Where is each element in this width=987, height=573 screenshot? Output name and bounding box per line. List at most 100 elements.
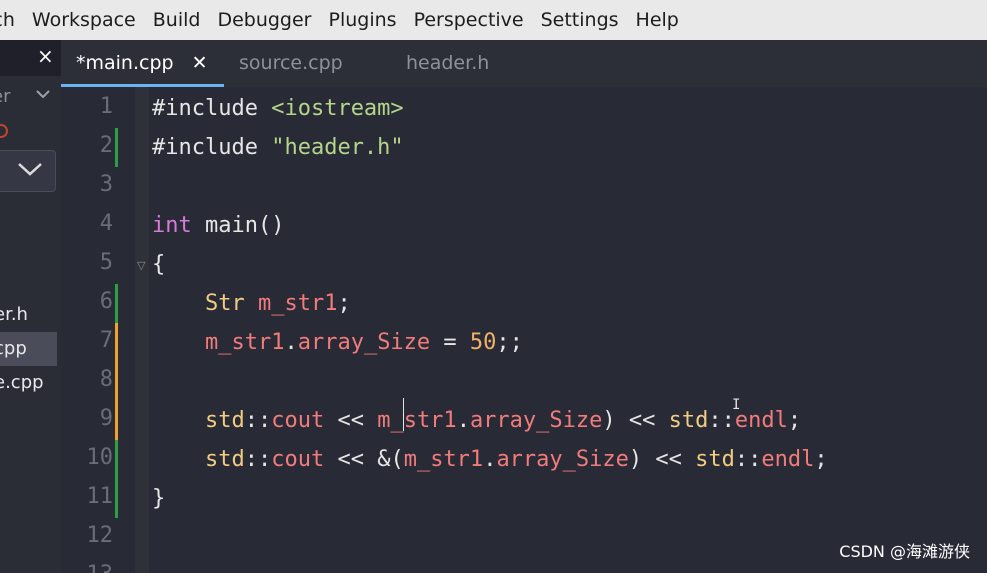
code-editor[interactable]: 12345678910111213 ▽ #include <iostream>#…: [61, 87, 987, 573]
code-token: array_Size: [297, 330, 431, 355]
menu-debugger[interactable]: Debugger: [217, 9, 311, 31]
code-token: ::: [244, 447, 272, 472]
code-token: ;: [814, 447, 828, 472]
workspace-panel: × er er.h cpp e.cpp: [0, 40, 61, 573]
code-token: <iostream>: [271, 96, 404, 121]
code-line[interactable]: m_str1.array_Size = 50;;: [152, 323, 523, 362]
filter-label: er: [0, 86, 11, 107]
code-token: cout: [271, 447, 325, 472]
code-token: m_str1: [377, 408, 457, 433]
code-token: std: [695, 447, 735, 472]
text-caret: [403, 398, 404, 431]
code-token: endl: [734, 408, 788, 433]
line-number: 3: [99, 172, 113, 197]
code-token: cout: [271, 408, 325, 433]
code-token: ::: [734, 447, 762, 472]
file-tree-item[interactable]: er.h: [0, 298, 57, 332]
code-token: .: [456, 408, 470, 433]
code-token: ::: [244, 408, 272, 433]
project-dropdown[interactable]: [0, 150, 56, 192]
code-token: main(): [191, 213, 285, 238]
code-token: "header.h": [271, 135, 404, 160]
line-number: 8: [99, 367, 113, 392]
tab-label: *main.cpp: [76, 52, 174, 74]
code-token: ;: [787, 408, 802, 433]
code-token: }: [152, 486, 166, 511]
code-token: std: [204, 408, 245, 433]
fold-triangle-icon[interactable]: ▽: [137, 259, 145, 272]
menu-build[interactable]: Build: [153, 9, 201, 31]
fold-margin: [135, 87, 149, 573]
menu-bar: rch Workspace Build Debugger Plugins Perspect…: [0, 0, 987, 40]
line-number: 10: [86, 445, 114, 470]
change-marker: [115, 401, 118, 440]
close-icon[interactable]: ✕: [192, 52, 208, 74]
file-tree-item[interactable]: e.cpp: [0, 366, 57, 400]
code-line[interactable]: #include "header.h": [152, 128, 404, 167]
chevron-down-icon: [17, 159, 43, 183]
tab-source-cpp[interactable]: source.cpp: [239, 40, 343, 87]
line-number: 4: [99, 211, 113, 236]
menu-plugins[interactable]: Plugins: [329, 9, 397, 31]
code-token: Str: [204, 291, 245, 316]
change-marker: [115, 284, 118, 323]
line-number: 11: [86, 484, 114, 509]
file-label: e.cpp: [0, 372, 44, 393]
code-token: ) <<: [628, 447, 696, 472]
menu-rch[interactable]: rch: [0, 9, 15, 31]
change-marker: [115, 440, 118, 479]
tab-header-h[interactable]: header.h: [406, 40, 489, 87]
change-marker: [115, 362, 118, 401]
line-number: 7: [99, 328, 113, 353]
code-token: m_str1: [204, 330, 285, 355]
menu-settings[interactable]: Settings: [541, 9, 619, 31]
code-token: ::: [708, 408, 735, 433]
code-token: .: [483, 447, 497, 472]
line-number: 2: [99, 133, 113, 158]
code-token: =: [430, 330, 470, 355]
code-token: std: [668, 408, 709, 433]
close-icon[interactable]: ×: [37, 44, 54, 68]
code-line[interactable]: {: [152, 245, 165, 284]
code-line[interactable]: std::cout << m_str1.array_Size) << std::…: [152, 401, 801, 440]
code-token: std: [204, 447, 245, 472]
code-token: #include: [152, 135, 272, 160]
chevron-down-icon[interactable]: [36, 84, 50, 103]
ibeam-cursor-icon: I: [732, 397, 741, 413]
code-line[interactable]: int main(): [152, 206, 284, 245]
code-token: m_str1: [257, 291, 338, 316]
code-token: ;: [337, 291, 351, 316]
change-marker: [115, 323, 118, 362]
tab-main-cpp[interactable]: *main.cpp ✕: [76, 40, 208, 87]
line-number: 12: [86, 523, 114, 548]
line-number: 13: [61, 562, 114, 573]
code-line[interactable]: }: [152, 479, 165, 518]
watermark: CSDN @海滩游侠: [839, 542, 970, 561]
line-number: 1: [99, 94, 113, 119]
line-number: 9: [99, 406, 113, 431]
code-token: 50: [469, 330, 497, 355]
change-marker: [115, 479, 118, 518]
code-line[interactable]: std::cout << &(m_str1.array_Size) << std…: [152, 440, 828, 479]
code-token: ) <<: [602, 408, 669, 433]
tab-bar: *main.cpp ✕ source.cpp header.h: [61, 40, 987, 87]
code-token: m_str1: [403, 447, 484, 472]
menu-perspective[interactable]: Perspective: [414, 9, 524, 31]
code-token: array_Size: [469, 408, 603, 433]
file-tree-item[interactable]: cpp: [0, 332, 57, 366]
code-token: ;;: [496, 330, 523, 355]
target-icon: [0, 124, 8, 138]
code-token: << &(: [324, 447, 404, 472]
code-line[interactable]: Str m_str1;: [152, 284, 351, 323]
menu-help[interactable]: Help: [636, 9, 679, 31]
code-token: .: [284, 330, 298, 355]
code-token: <<: [324, 408, 378, 433]
code-line[interactable]: #include <iostream>: [152, 89, 404, 128]
menu-workspace[interactable]: Workspace: [32, 9, 136, 31]
code-token: {: [152, 252, 166, 277]
